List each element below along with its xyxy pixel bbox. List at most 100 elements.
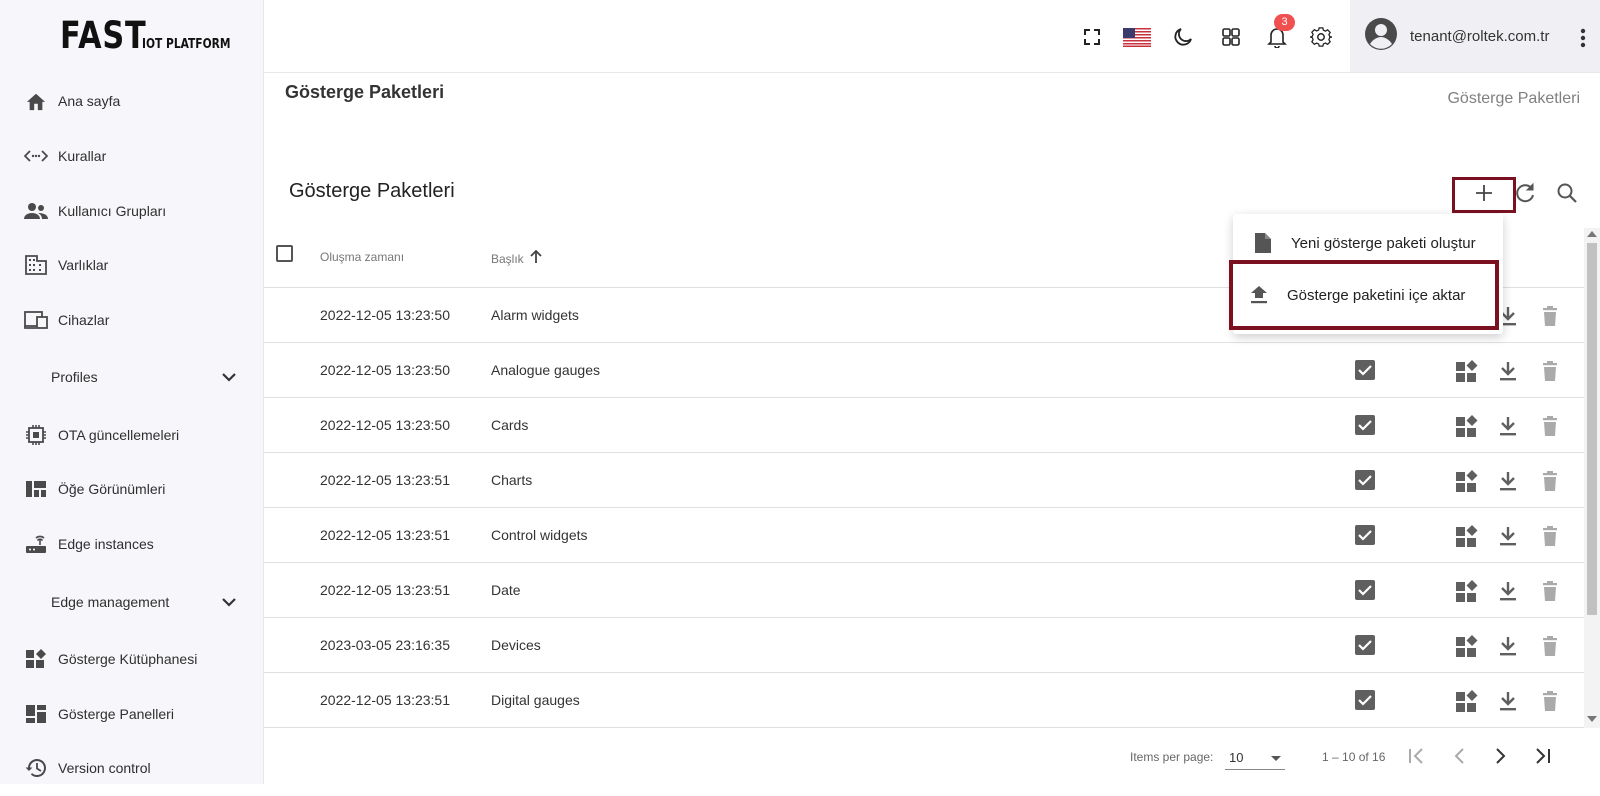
chevron-right-icon <box>1495 747 1507 767</box>
cell-created: 2023-03-05 23:16:35 <box>320 637 450 653</box>
sidebar-item-devices[interactable]: Cihazlar <box>0 293 264 348</box>
sidebar-item-label: Gösterge Kütüphanesi <box>58 650 198 667</box>
delete-icon[interactable] <box>1538 469 1562 493</box>
export-download-icon[interactable] <box>1496 579 1520 603</box>
sidebar-item-assets[interactable]: Varlıklar <box>0 238 264 293</box>
delete-icon[interactable] <box>1538 634 1562 658</box>
open-widgets-icon[interactable] <box>1454 689 1478 713</box>
cell-created: 2022-12-05 13:23:51 <box>320 527 450 543</box>
export-download-icon[interactable] <box>1496 689 1520 713</box>
more-vert-icon[interactable] <box>1580 28 1586 53</box>
card-title: Gösterge Paketleri <box>289 180 455 202</box>
export-download-icon[interactable] <box>1496 414 1520 438</box>
sidebar-item-user-groups[interactable]: Kullanıcı Grupları <box>0 183 264 238</box>
delete-icon[interactable] <box>1538 689 1562 713</box>
cell-title: Charts <box>491 472 533 488</box>
user-group-icon <box>24 199 48 223</box>
sort-arrow-up-icon <box>530 249 542 267</box>
plus-icon <box>1475 184 1493 207</box>
view-quilt-icon <box>24 477 48 501</box>
next-page-button[interactable] <box>1488 744 1514 770</box>
delete-icon[interactable] <box>1538 359 1562 383</box>
history-icon <box>24 756 48 780</box>
cell-title: Analogue gauges <box>491 362 600 378</box>
router-icon <box>24 532 48 556</box>
upload-icon <box>1247 283 1271 307</box>
chevron-left-icon <box>1453 747 1465 767</box>
home-icon <box>24 89 48 113</box>
open-widgets-icon[interactable] <box>1454 634 1478 658</box>
sidebar-item-ota-updates[interactable]: OTA güncellemeleri <box>0 407 264 462</box>
column-header-title[interactable]: Başlık <box>491 249 542 267</box>
fullscreen-icon[interactable] <box>1079 24 1105 50</box>
sidebar-item-rules[interactable]: Kurallar <box>0 129 264 184</box>
sidebar-item-label: Kurallar <box>58 148 107 165</box>
delete-icon[interactable] <box>1538 579 1562 603</box>
previous-page-button[interactable] <box>1446 744 1472 770</box>
table-row[interactable]: 2022-12-05 13:23:51 Date <box>264 563 1584 618</box>
export-download-icon[interactable] <box>1496 469 1520 493</box>
menu-item-label: Yeni gösterge paketi oluştur <box>1291 234 1476 252</box>
logo-text: FAST <box>60 14 147 57</box>
add-menu: Yeni gösterge paketi oluştur Gösterge pa… <box>1229 214 1503 334</box>
refresh-button[interactable] <box>1511 181 1539 209</box>
file-icon <box>1251 231 1275 255</box>
scroll-down-arrow-icon[interactable] <box>1587 716 1597 722</box>
sidebar-item-label: Ana sayfa <box>58 93 121 110</box>
rule-chain-icon <box>24 144 48 168</box>
system-checkbox-icon <box>1354 469 1376 491</box>
table-row[interactable]: 2022-12-05 13:23:51 Control widgets <box>264 508 1584 563</box>
settings-icon[interactable] <box>1308 24 1334 50</box>
search-icon <box>1556 182 1578 209</box>
last-page-button[interactable] <box>1530 744 1556 770</box>
add-button[interactable] <box>1452 177 1516 213</box>
cell-created: 2022-12-05 13:23:50 <box>320 417 450 433</box>
us-flag-icon[interactable] <box>1122 24 1152 50</box>
table-row[interactable]: 2023-03-05 23:16:35 Devices <box>264 618 1584 673</box>
dark-mode-icon[interactable] <box>1170 24 1196 50</box>
sidebar-group-edge-management[interactable]: Edge management <box>0 572 264 632</box>
open-widgets-icon[interactable] <box>1454 414 1478 438</box>
table-row[interactable]: 2022-12-05 13:23:50 Analogue gauges <box>264 343 1584 398</box>
open-widgets-icon[interactable] <box>1454 359 1478 383</box>
cell-title: Devices <box>491 637 541 653</box>
cell-created: 2022-12-05 13:23:51 <box>320 582 450 598</box>
sidebar-item-widget-views[interactable]: Öğe Görünümleri <box>0 462 264 517</box>
open-widgets-icon[interactable] <box>1454 524 1478 548</box>
open-widgets-icon[interactable] <box>1454 579 1478 603</box>
table-row[interactable]: 2022-12-05 13:23:51 Digital gauges <box>264 673 1584 728</box>
search-button[interactable] <box>1553 181 1581 209</box>
select-all-checkbox[interactable] <box>276 245 293 262</box>
open-widgets-icon[interactable] <box>1454 469 1478 493</box>
menu-item-label: Gösterge paketini içe aktar <box>1287 286 1466 304</box>
delete-icon[interactable] <box>1538 304 1562 328</box>
scroll-up-arrow-icon[interactable] <box>1587 231 1597 237</box>
page-size-value: 10 <box>1229 750 1244 765</box>
export-download-icon[interactable] <box>1496 359 1520 383</box>
sidebar-item-dashboards[interactable]: Gösterge Panelleri <box>0 686 264 741</box>
first-page-button[interactable] <box>1404 744 1430 770</box>
sidebar-group-profiles[interactable]: Profiles <box>0 347 264 407</box>
export-download-icon[interactable] <box>1496 524 1520 548</box>
table-row[interactable]: 2022-12-05 13:23:50 Cards <box>264 398 1584 453</box>
delete-icon[interactable] <box>1538 524 1562 548</box>
user-email: tenant@roltek.com.tr <box>1410 27 1550 45</box>
page-size-select[interactable]: 10 <box>1225 744 1285 770</box>
sidebar-item-home[interactable]: Ana sayfa <box>0 74 264 129</box>
sidebar-item-widget-library[interactable]: Gösterge Kütüphanesi <box>0 632 264 687</box>
chevron-down-icon <box>222 369 236 385</box>
sidebar-item-version-control[interactable]: Version control <box>0 741 264 796</box>
apps-icon[interactable] <box>1218 24 1244 50</box>
scrollbar-thumb[interactable] <box>1587 243 1597 615</box>
sidebar-item-edge-instances[interactable]: Edge instances <box>0 517 264 572</box>
breadcrumb[interactable]: Gösterge Paketleri <box>1447 90 1580 108</box>
export-download-icon[interactable] <box>1496 634 1520 658</box>
column-header-created[interactable]: Oluşma zamanı <box>320 250 404 264</box>
table-row[interactable]: 2022-12-05 13:23:51 Charts <box>264 453 1584 508</box>
cell-title: Control widgets <box>491 527 588 543</box>
logo[interactable]: FAST IOT PLATFORM <box>60 16 249 56</box>
delete-icon[interactable] <box>1538 414 1562 438</box>
user-menu[interactable]: tenant@roltek.com.tr <box>1350 0 1600 72</box>
cell-title: Alarm widgets <box>491 307 579 323</box>
menu-item-import-bundle[interactable]: Gösterge paketini içe aktar <box>1229 260 1499 330</box>
